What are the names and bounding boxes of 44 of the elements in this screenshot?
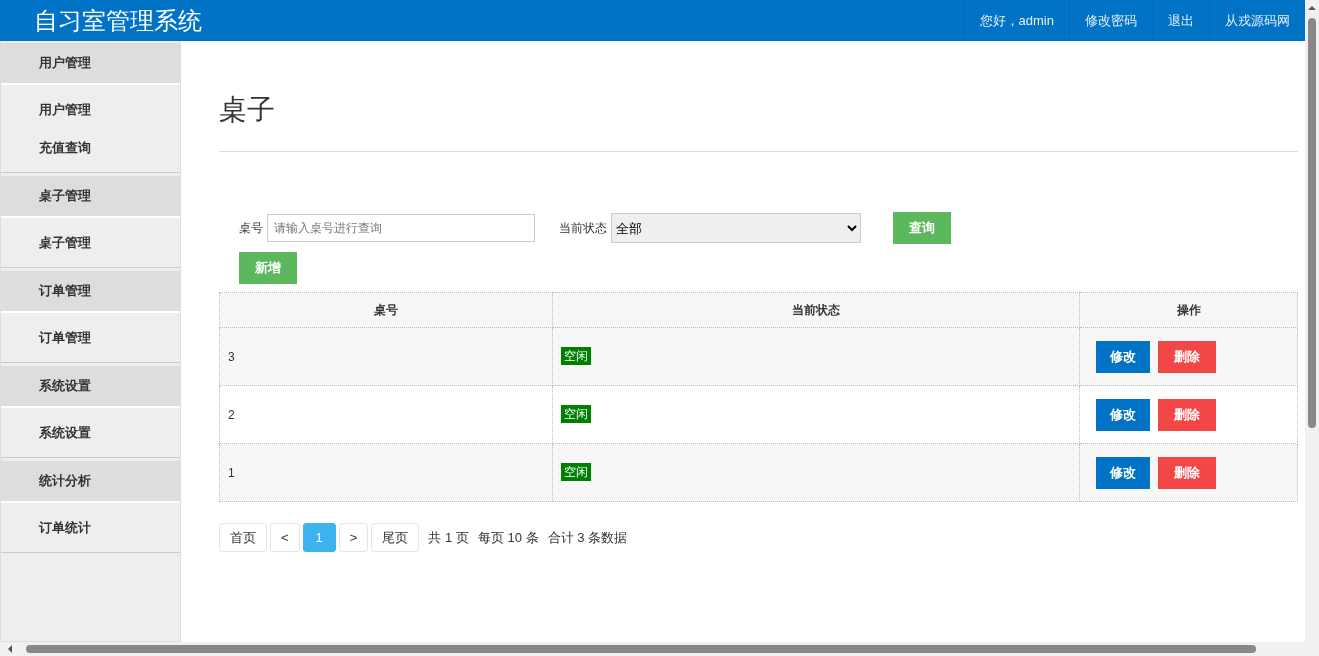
sidebar-group-header[interactable]: 订单管理 [1,271,180,313]
pagination-info: 每页 10 条 [477,528,539,547]
next-page-button[interactable]: > [338,523,369,552]
field-label: 桌号 [239,219,263,237]
page-heading: 桌子 [219,91,1298,152]
field-label: 当前状态 [559,219,607,237]
delete-button[interactable]: 删除 [1158,398,1216,431]
app-title: 自习室管理系统 [33,5,202,36]
pagination-info: 共 1 页 [428,528,469,547]
status-badge: 空闲 [561,347,591,365]
pagination-info: 合计 3 条数据 [547,528,628,547]
table-cell: 3 [219,327,553,386]
edit-button[interactable]: 修改 [1096,456,1150,489]
column-header: 桌号 [219,292,553,328]
column-header: 当前状态 [552,292,1080,328]
sidebar-item[interactable]: 订单统计 [1,509,180,547]
sidebar-group-header[interactable]: 用户管理 [1,43,180,85]
search-field[interactable]: 请输入桌号进行查询 [267,214,535,242]
last-page-button[interactable]: 尾页 [371,523,420,552]
sidebar-group-header[interactable]: 系统设置 [1,366,180,408]
sidebar-group-header[interactable]: 统计分析 [1,461,180,503]
delete-button[interactable]: 删除 [1158,456,1216,489]
sidebar-item[interactable]: 系统设置 [1,414,180,452]
sidebar-group-header[interactable]: 桌子管理 [1,176,180,218]
status-badge: 空闲 [561,405,591,423]
table-cell: 2 [219,385,553,444]
sidebar-item[interactable]: 用户管理 [1,91,180,129]
status-dropdown[interactable]: 全部 [611,213,861,243]
sidebar-item[interactable]: 订单管理 [1,319,180,357]
first-page-button[interactable]: 首页 [219,523,267,552]
status-badge: 空闲 [561,463,591,481]
header-link[interactable]: 退出 [1152,0,1209,41]
previous-page-button[interactable]: < [270,523,300,552]
header-link[interactable]: 修改密码 [1069,0,1152,41]
sidebar-item[interactable]: 桌子管理 [1,224,180,262]
vertical-scrollbar[interactable] [1305,0,1319,656]
edit-button[interactable]: 修改 [1096,340,1150,373]
sidebar-item[interactable]: 充值查询 [1,129,180,167]
horizontal-scrollbar[interactable] [0,642,1305,656]
edit-button[interactable]: 修改 [1096,398,1150,431]
column-header: 操作 [1079,292,1298,328]
user-greeting[interactable]: 您好，admin [964,0,1069,41]
delete-button[interactable]: 删除 [1158,340,1216,373]
table-cell: 1 [219,443,553,502]
